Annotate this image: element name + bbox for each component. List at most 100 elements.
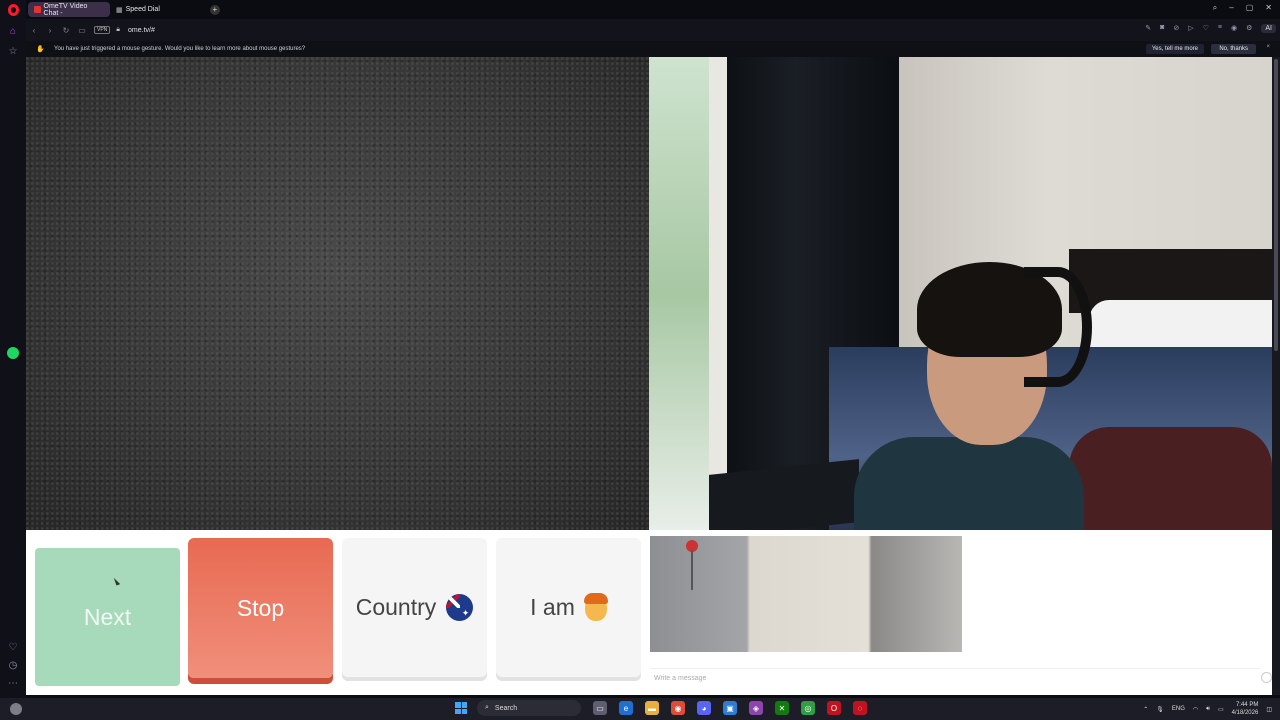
clock[interactable]: 7:44 PM 4/18/2026 [1232, 701, 1259, 717]
aria-ai-button[interactable]: AI [1261, 24, 1276, 33]
easy-setup-icon[interactable]: ≡ [1218, 24, 1222, 33]
self-webcam-video [649, 57, 1272, 530]
edge-icon[interactable]: e [619, 701, 633, 715]
sign-pole-shape [691, 550, 693, 590]
grid-icon: ▦ [116, 7, 123, 14]
chat-image-preview[interactable] [650, 536, 962, 652]
tray-chevron-icon[interactable]: ⌃ [1143, 706, 1148, 713]
close-window-button[interactable]: ✕ [1265, 3, 1272, 13]
next-button[interactable]: Next [35, 548, 180, 686]
play-icon[interactable]: ▷ [1188, 24, 1193, 33]
cam-person-body [854, 437, 1084, 530]
cam-headset [1024, 267, 1092, 387]
iam-label: I am [530, 594, 575, 620]
address-bar: ‹ › ↻ ▭ VPN 🔒︎ ome.tv/# ✎ ◙ ⊘ ▷ ♡ ≡ ◉ ⚙ … [26, 19, 1280, 41]
file-explorer-icon[interactable]: ▬ [645, 701, 659, 715]
taskbar-apps: ⌕ Search ▭ e ▬ ◉ ◕ ▣ ◈ ✕ ◎ O ◌ [455, 700, 867, 716]
window-controls: ⌕ – ▢ ✕ [1213, 3, 1272, 13]
settings-icon[interactable]: ⚙ [1246, 24, 1252, 33]
page-scrollbar[interactable] [1272, 57, 1280, 695]
screen: ⌂ ☆ ♡ ◷ ⋯ OmeTV Video Chat - ▦ Speed Dia… [0, 0, 1280, 720]
home-icon[interactable]: ⌂ [6, 24, 20, 38]
yes-tell-me-more-button[interactable]: Yes, tell me more [1145, 44, 1204, 54]
camera-icon[interactable]: ▭ [74, 26, 90, 35]
volume-icon[interactable]: 🔊︎ [1206, 706, 1210, 713]
close-notification-icon[interactable]: × [1266, 44, 1270, 50]
gesture-icon: ✋ [36, 46, 45, 53]
clock-time: 7:44 PM [1235, 702, 1259, 708]
no-thanks-button[interactable]: No, thanks [1211, 44, 1256, 54]
stop-button[interactable]: Stop [188, 538, 333, 678]
taskbar-search-label: Search [494, 704, 518, 712]
chat-controls: Next Stop Country I am [26, 530, 649, 695]
mouse-gesture-notification: ✋ You have just triggered a mouse gestur… [26, 41, 1280, 57]
tab-strip: OmeTV Video Chat - ▦ Speed Dial + ⌕ – ▢ … [26, 0, 1280, 19]
notification-text: You have just triggered a mouse gesture.… [54, 46, 306, 52]
language-indicator[interactable]: ENG [1172, 706, 1185, 712]
edit-icon[interactable]: ✎ [1145, 24, 1151, 33]
country-label: Country [355, 594, 437, 620]
address-tools: ✎ ◙ ⊘ ▷ ♡ ≡ ◉ ⚙ AI [1145, 24, 1276, 33]
star-icon[interactable]: ☆ [6, 44, 20, 58]
tab-speed-dial[interactable]: ▦ Speed Dial [110, 2, 166, 17]
maximize-button[interactable]: ▢ [1246, 3, 1254, 13]
xbox-icon[interactable]: ✕ [775, 701, 789, 715]
sidebar-bottom-tools: ♡ ◷ ⋯ [6, 640, 20, 690]
boy-emoji-icon [583, 592, 608, 621]
lock-icon[interactable]: 🔒︎ [116, 26, 120, 34]
new-zealand-flag-icon [446, 594, 474, 621]
search-tabs-icon[interactable]: ⌕ [1213, 3, 1217, 13]
minimize-button[interactable]: – [1229, 3, 1233, 13]
start-windows-icon[interactable] [455, 702, 467, 714]
gender-button[interactable]: I am [496, 538, 641, 677]
notifications-icon[interactable]: ◫ [1266, 706, 1272, 713]
adblock-icon[interactable]: ⊘ [1173, 24, 1179, 33]
new-tab-button[interactable]: + [209, 4, 220, 15]
next-label: Next [83, 603, 132, 630]
battery-icon[interactable]: ▭ [1218, 706, 1224, 713]
windows-taskbar: ⌕ Search ▭ e ▬ ◉ ◕ ▣ ◈ ✕ ◎ O ◌ ⌃ 🎙︎ ENG … [0, 698, 1280, 720]
vpn-badge[interactable]: VPN [94, 26, 111, 34]
chat-panel: Write a message [649, 530, 1272, 695]
system-tray: ⌃ 🎙︎ ENG ◠ 🔊︎ ▭ 7:44 PM 4/18/2026 ◫ [1143, 701, 1272, 717]
more-dots-icon[interactable]: ⋯ [6, 676, 20, 690]
history-clock-icon[interactable]: ◷ [6, 658, 20, 672]
scrollbar-thumb[interactable] [1274, 59, 1278, 351]
spotify-icon[interactable] [7, 347, 19, 359]
stop-label: Stop [236, 594, 285, 621]
back-icon[interactable]: ‹ [26, 26, 42, 35]
youtube-like-tab-icon [34, 6, 41, 13]
cam-window-frame [709, 57, 729, 530]
chrome-alt-icon[interactable]: ◎ [801, 701, 815, 715]
chrome-icon[interactable]: ◉ [671, 701, 685, 715]
app-icon[interactable]: ◈ [749, 701, 763, 715]
wifi-icon[interactable]: ◠ [1193, 706, 1198, 713]
opera-taskbar-icon[interactable]: O [827, 701, 841, 715]
weather-widget-icon[interactable] [10, 703, 22, 715]
mic-icon[interactable]: 🎙︎ [1156, 706, 1164, 713]
profile-icon[interactable]: ◉ [1231, 24, 1237, 33]
cam-chair [1069, 427, 1272, 530]
taskbar-search[interactable]: ⌕ Search [477, 700, 581, 716]
tab-ometv[interactable]: OmeTV Video Chat - [28, 2, 110, 17]
tab-speed-dial-label: Speed Dial [125, 6, 160, 13]
clock-date: 4/18/2026 [1231, 710, 1259, 716]
emoji-picker-icon[interactable] [1261, 672, 1272, 683]
heart-icon[interactable]: ♡ [1203, 24, 1209, 33]
opera-logo-icon[interactable] [7, 4, 19, 16]
snapshot-icon[interactable]: ◙ [1160, 24, 1164, 33]
task-view-icon[interactable]: ▭ [593, 701, 607, 715]
stranger-video-static [26, 57, 649, 530]
forward-icon[interactable]: › [42, 26, 58, 35]
reload-icon[interactable]: ↻ [58, 26, 74, 35]
opera-gx-taskbar-icon[interactable]: ◌ [853, 701, 867, 715]
country-button[interactable]: Country [342, 538, 487, 677]
url-field[interactable]: ome.tv/# [128, 27, 155, 34]
opera-sidebar: ⌂ ☆ ♡ ◷ ⋯ [0, 0, 26, 698]
tab-ometv-label: OmeTV Video Chat - [43, 2, 88, 17]
store-icon[interactable]: ▣ [723, 701, 737, 715]
search-icon: ⌕ [485, 704, 489, 711]
message-input[interactable]: Write a message [650, 668, 1260, 688]
discord-icon[interactable]: ◕ [697, 701, 711, 715]
heart-icon[interactable]: ♡ [6, 640, 20, 654]
